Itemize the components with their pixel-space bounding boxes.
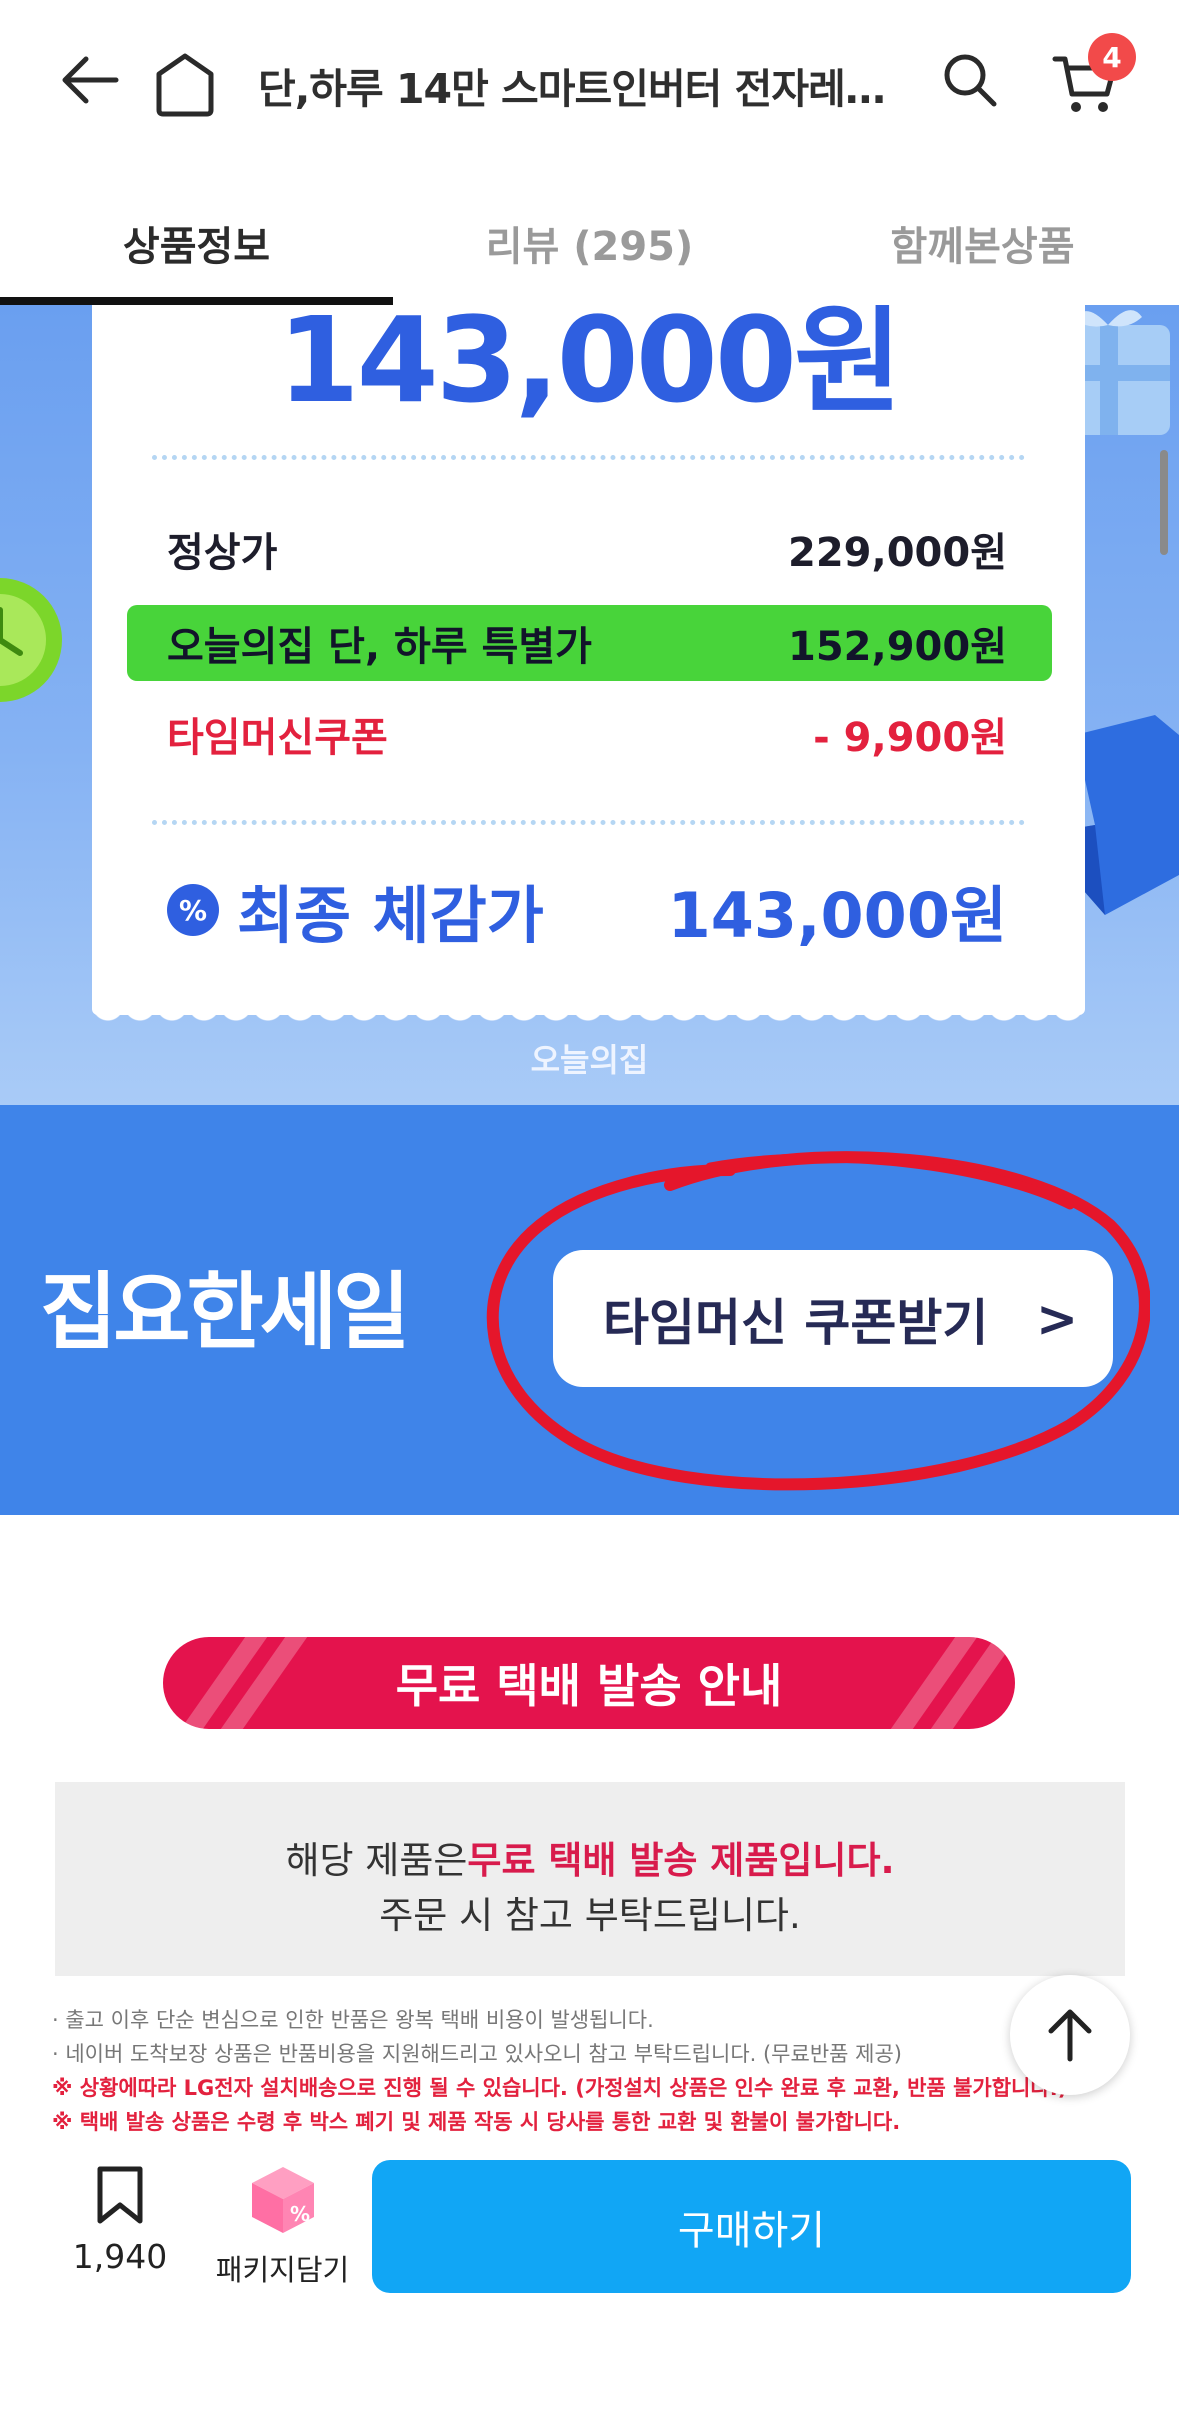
scroll-to-top-button[interactable]: [1010, 1975, 1130, 2095]
shipping-notes: · 출고 이후 단순 변심으로 인한 반품은 왕복 택배 비용이 발생됩니다. …: [52, 2003, 1132, 2139]
bookmark-count: 1,940: [72, 2237, 168, 2276]
tab-related-products[interactable]: 함께본상품: [786, 180, 1179, 305]
clock-icon: [0, 578, 62, 702]
shipping-info-line1: 해당 제품은무료 택배 발송 제품입니다.: [55, 1830, 1125, 1884]
brand-watermark: 오늘의집: [530, 1041, 649, 1079]
final-price-label: 최종 체감가: [237, 879, 544, 952]
svg-text:%: %: [290, 2202, 310, 2226]
add-to-package-label: 패키지담기: [215, 2253, 350, 2287]
regular-price-label: 정상가: [167, 530, 278, 576]
final-price-value: 143,000원: [667, 879, 1007, 952]
home-button[interactable]: [145, 40, 225, 130]
tab-product-info[interactable]: 상품정보: [0, 180, 393, 305]
add-to-package-button[interactable]: % 패키지담기: [200, 2165, 365, 2295]
price-banner: 143,000원 정상가 229,000원 오늘의집 단, 하루 특별가 152…: [0, 305, 1179, 1105]
coupon-discount-label: 타임머신쿠폰: [167, 715, 388, 761]
app-header: 단,하루 14만 스마트인버터 전자레인지 4: [0, 0, 1179, 165]
dotted-divider: [152, 455, 1025, 460]
back-arrow-icon: [62, 56, 119, 104]
coupon-banner: 집요한세일 타임머신 쿠폰받기 >: [0, 1105, 1179, 1515]
chevron-right-icon: >: [1036, 1289, 1078, 1348]
shipping-info-prefix: 해당 제품은: [285, 1839, 468, 1882]
search-button[interactable]: [930, 40, 1010, 120]
shipping-info-box: 해당 제품은무료 택배 발송 제품입니다. 주문 시 참고 부탁드립니다.: [55, 1782, 1125, 1976]
get-coupon-button[interactable]: 타임머신 쿠폰받기 >: [553, 1250, 1113, 1387]
final-price-row: % 최종 체감가 143,000원: [167, 865, 1007, 955]
note-item: · 출고 이후 단순 변심으로 인한 반품은 왕복 택배 비용이 발생됩니다.: [52, 2008, 654, 2032]
receipt-scalloped-edge: [92, 1005, 1085, 1035]
sale-brand-logo: 집요한세일: [40, 1263, 410, 1361]
regular-price-value: 229,000원: [788, 530, 1007, 576]
tab-reviews[interactable]: 리뷰 (295): [393, 180, 786, 305]
coupon-discount-row: 타임머신쿠폰 - 9,900원: [167, 705, 1007, 763]
coupon-discount-value: - 9,900원: [813, 715, 1007, 761]
buy-button[interactable]: 구매하기: [372, 2160, 1131, 2293]
scrollbar[interactable]: [1160, 450, 1168, 555]
headline-price: 143,000원: [277, 305, 902, 429]
regular-price-row: 정상가 229,000원: [167, 520, 1007, 578]
tab-bar: 상품정보 리뷰 (295) 함께본상품: [0, 180, 1179, 305]
note-item: ※ 상황에따라 LG전자 설치배송으로 진행 될 수 있습니다. (가정설치 상…: [52, 2076, 1068, 2100]
free-shipping-heading-label: 무료 택배 발송 안내: [395, 1659, 783, 1713]
search-icon: [944, 54, 997, 107]
percent-icon: %: [167, 884, 219, 936]
note-item: · 네이버 도착보장 상품은 반품비용을 지원해드리고 있사오니 참고 부탁드립…: [52, 2042, 902, 2066]
shipping-info-highlight: 무료 택배 발송 제품입니다.: [467, 1839, 895, 1882]
dotted-divider: [152, 820, 1025, 825]
home-icon: [156, 53, 214, 117]
package-box-icon: %: [251, 2167, 314, 2233]
arrow-up-icon: [1048, 2009, 1092, 2062]
free-shipping-heading: 무료 택배 발송 안내: [163, 1637, 1015, 1729]
shipping-info-line2: 주문 시 참고 부탁드립니다.: [379, 1894, 801, 1937]
page-title: 단,하루 14만 스마트인버터 전자레인지: [258, 65, 908, 113]
cart-count-badge: 4: [1088, 33, 1136, 81]
note-item: ※ 택배 발송 상품은 수령 후 박스 폐기 및 제품 작동 시 당사를 통한 …: [52, 2110, 901, 2134]
bookmark-button[interactable]: 1,940: [55, 2165, 185, 2295]
get-coupon-label: 타임머신 쿠폰받기: [603, 1293, 989, 1352]
special-price-label: 오늘의집 단, 하루 특별가: [167, 624, 592, 670]
bookmark-icon: [97, 2166, 143, 2224]
special-price-row: 오늘의집 단, 하루 특별가 152,900원: [127, 605, 1052, 681]
bottom-action-bar: 1,940 % 패키지담기 구매하기: [0, 2140, 1179, 2414]
special-price-value: 152,900원: [788, 624, 1007, 670]
back-button[interactable]: [50, 40, 130, 120]
price-receipt-card: 143,000원 정상가 229,000원 오늘의집 단, 하루 특별가 152…: [92, 305, 1085, 1015]
